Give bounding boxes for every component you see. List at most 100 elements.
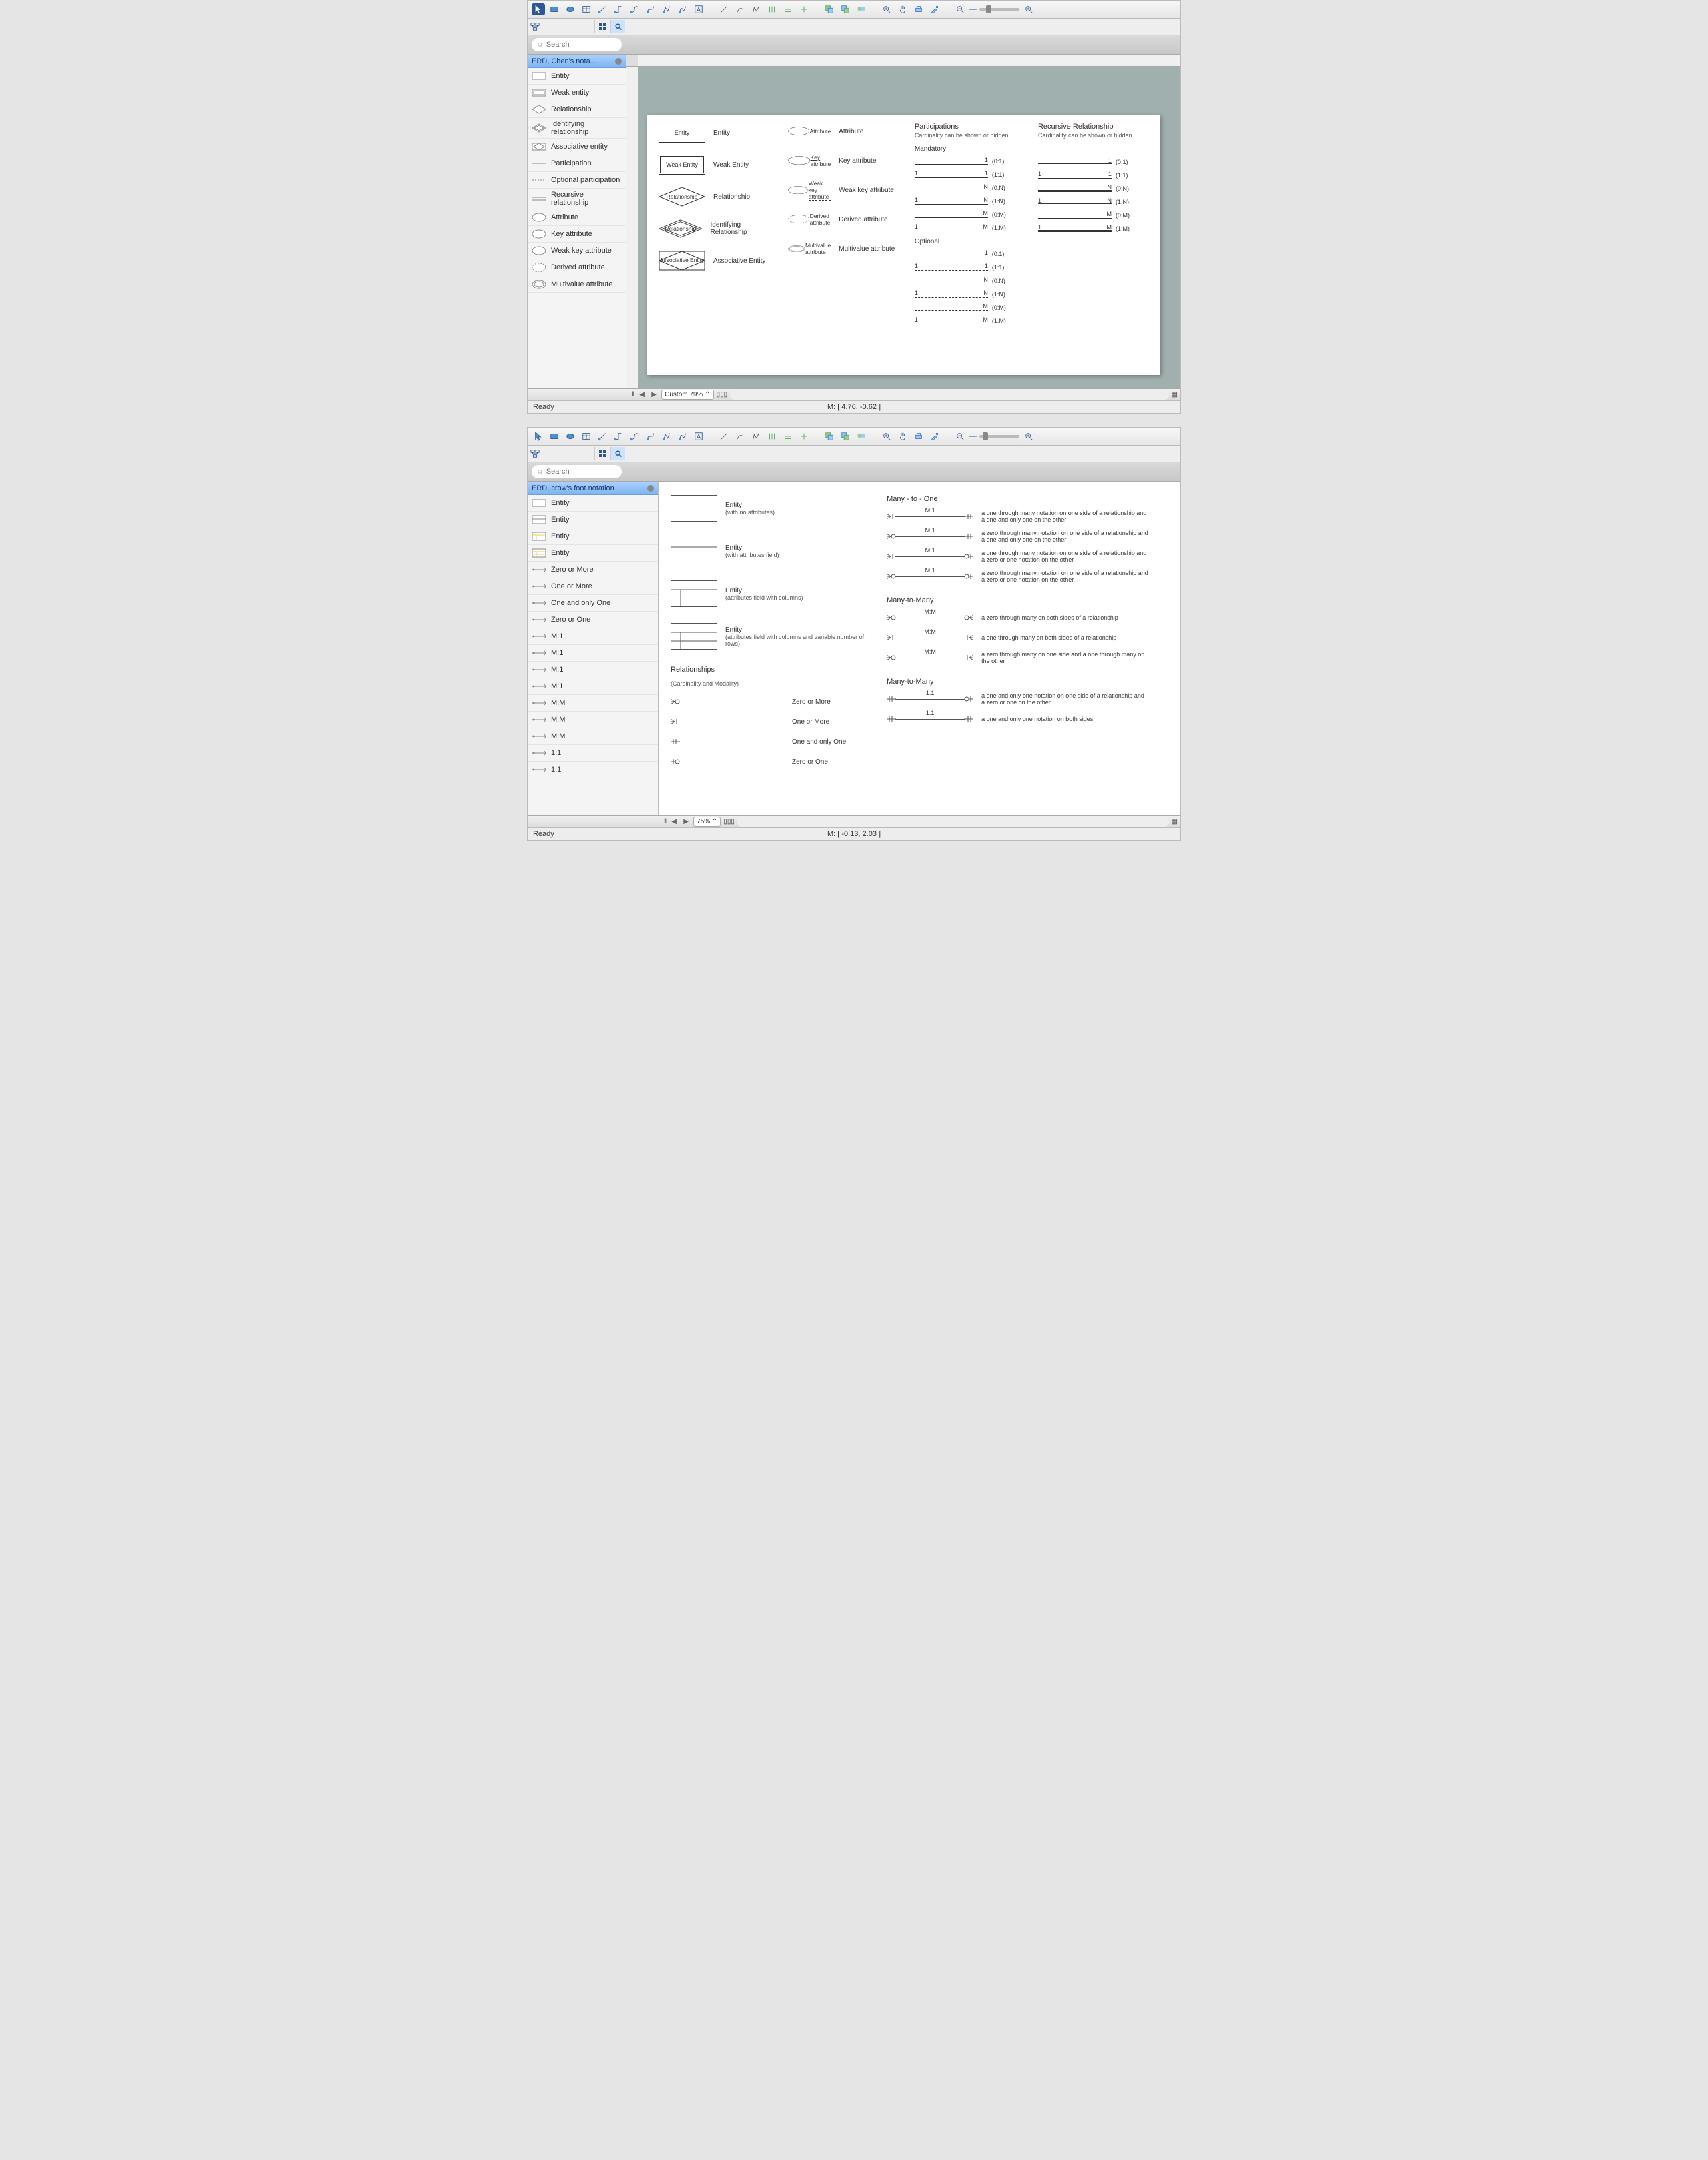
library-item[interactable]: Entity <box>528 495 658 512</box>
connector-tool-2[interactable] <box>612 430 625 442</box>
group-tool-1[interactable] <box>823 3 836 15</box>
connector-tool-3[interactable] <box>628 3 641 15</box>
library-item[interactable]: Recursive relationship <box>528 189 626 209</box>
library-item[interactable]: M:1 <box>528 678 658 695</box>
pages-handle[interactable]: ‖ <box>664 818 667 825</box>
rect-tool[interactable] <box>548 3 561 15</box>
group-tool-1[interactable] <box>823 430 836 442</box>
line-tool-1[interactable] <box>717 3 731 15</box>
horizontal-scrollbar[interactable] <box>730 390 1168 400</box>
ellipse-tool[interactable] <box>564 430 577 442</box>
next-page-button[interactable]: ▶ <box>649 390 659 400</box>
connector-tool-4[interactable] <box>644 430 657 442</box>
library-item[interactable]: Weak key attribute <box>528 243 626 259</box>
library-item[interactable]: Entity <box>528 512 658 528</box>
library-item[interactable]: Entity <box>528 68 626 85</box>
eyedropper-tool[interactable] <box>928 3 941 15</box>
zoom-slider[interactable]: — <box>969 5 1019 13</box>
library-section-header[interactable]: ERD, Chen's nota... <box>528 55 626 68</box>
pointer-tool[interactable] <box>532 3 545 15</box>
next-page-button[interactable]: ▶ <box>681 817 691 827</box>
library-item[interactable]: M:1 <box>528 662 658 678</box>
search-input[interactable] <box>546 468 616 476</box>
eyedropper-tool[interactable] <box>928 430 941 442</box>
close-section-icon[interactable] <box>647 485 654 492</box>
search-box[interactable] <box>532 465 622 478</box>
library-item[interactable]: Weak entity <box>528 85 626 101</box>
library-item[interactable]: M:1 <box>528 645 658 662</box>
view-mode-icon[interactable]: ▦ <box>1172 391 1178 398</box>
prev-page-button[interactable]: ◀ <box>669 817 679 827</box>
library-section-header[interactable]: ERD, crow's foot notation <box>528 482 658 495</box>
line-tool-1[interactable] <box>717 430 731 442</box>
line-tool-6[interactable] <box>797 3 811 15</box>
zoom-level[interactable]: 75% ⌃ <box>693 817 721 827</box>
search-view-button[interactable] <box>610 447 625 460</box>
grid-view-button[interactable] <box>594 20 609 33</box>
line-tool-4[interactable] <box>765 430 779 442</box>
library-item[interactable]: M:M <box>528 712 658 728</box>
prev-page-button[interactable]: ◀ <box>637 390 647 400</box>
library-item[interactable]: Attribute <box>528 209 626 226</box>
ellipse-tool[interactable] <box>564 3 577 15</box>
group-tool-2[interactable] <box>839 430 852 442</box>
library-item[interactable]: Identifying relationship <box>528 118 626 139</box>
table-tool[interactable] <box>580 3 593 15</box>
connector-tool-6[interactable] <box>676 430 689 442</box>
library-item[interactable]: Zero or One <box>528 612 658 628</box>
line-tool-5[interactable] <box>781 3 795 15</box>
pages-handle[interactable]: ‖ <box>632 391 634 398</box>
library-tree-toggle[interactable] <box>529 21 541 33</box>
group-tool-3[interactable] <box>855 3 868 15</box>
library-item[interactable]: Entity <box>528 528 658 545</box>
library-item[interactable]: Derived attribute <box>528 259 626 276</box>
library-item[interactable]: Associative entity <box>528 139 626 155</box>
library-item[interactable]: Relationship <box>528 101 626 118</box>
print-tool[interactable] <box>912 3 925 15</box>
line-tool-6[interactable] <box>797 430 811 442</box>
connector-tool-5[interactable] <box>660 430 673 442</box>
library-item[interactable]: 1:1 <box>528 745 658 762</box>
zoom-in-icon[interactable] <box>1022 430 1035 442</box>
text-tool[interactable]: A <box>692 3 705 15</box>
zoom-in-tool[interactable] <box>880 3 893 15</box>
library-item[interactable]: Multivalue attribute <box>528 276 626 293</box>
view-mode-icon[interactable]: ▦ <box>1172 818 1178 825</box>
search-box[interactable] <box>532 38 622 51</box>
library-item[interactable]: Entity <box>528 545 658 562</box>
page-tabs[interactable]: ▯▯▯ <box>723 818 735 825</box>
connector-tool-5[interactable] <box>660 3 673 15</box>
zoom-out-icon[interactable] <box>953 3 967 15</box>
line-tool-4[interactable] <box>765 3 779 15</box>
library-item[interactable]: Participation <box>528 155 626 172</box>
search-input[interactable] <box>546 41 616 49</box>
connector-tool-2[interactable] <box>612 3 625 15</box>
print-tool[interactable] <box>912 430 925 442</box>
line-tool-2[interactable] <box>733 430 747 442</box>
close-section-icon[interactable] <box>615 58 622 65</box>
library-tree-toggle[interactable] <box>529 448 541 460</box>
line-tool-2[interactable] <box>733 3 747 15</box>
library-item[interactable]: 1:1 <box>528 762 658 778</box>
line-tool-3[interactable] <box>749 430 763 442</box>
connector-tool-6[interactable] <box>676 3 689 15</box>
canvas[interactable]: EntityEntityWeak EntityWeak EntityRelati… <box>626 55 1180 388</box>
connector-tool-1[interactable] <box>596 3 609 15</box>
connector-tool-1[interactable] <box>596 430 609 442</box>
pan-tool[interactable] <box>896 430 909 442</box>
line-tool-5[interactable] <box>781 430 795 442</box>
library-item[interactable]: Optional participation <box>528 172 626 189</box>
zoom-slider[interactable]: — <box>969 432 1019 440</box>
page-tabs[interactable]: ▯▯▯ <box>717 391 728 398</box>
search-view-button[interactable] <box>610 20 625 33</box>
pointer-tool[interactable] <box>532 430 545 442</box>
connector-tool-4[interactable] <box>644 3 657 15</box>
zoom-out-icon[interactable] <box>953 430 967 442</box>
text-tool[interactable]: A <box>692 430 705 442</box>
line-tool-3[interactable] <box>749 3 763 15</box>
zoom-level[interactable]: Custom 79% ⌃ <box>661 390 713 400</box>
library-item[interactable]: M:1 <box>528 628 658 645</box>
library-item[interactable]: M:M <box>528 728 658 745</box>
library-item[interactable]: M:M <box>528 695 658 712</box>
group-tool-3[interactable] <box>855 430 868 442</box>
